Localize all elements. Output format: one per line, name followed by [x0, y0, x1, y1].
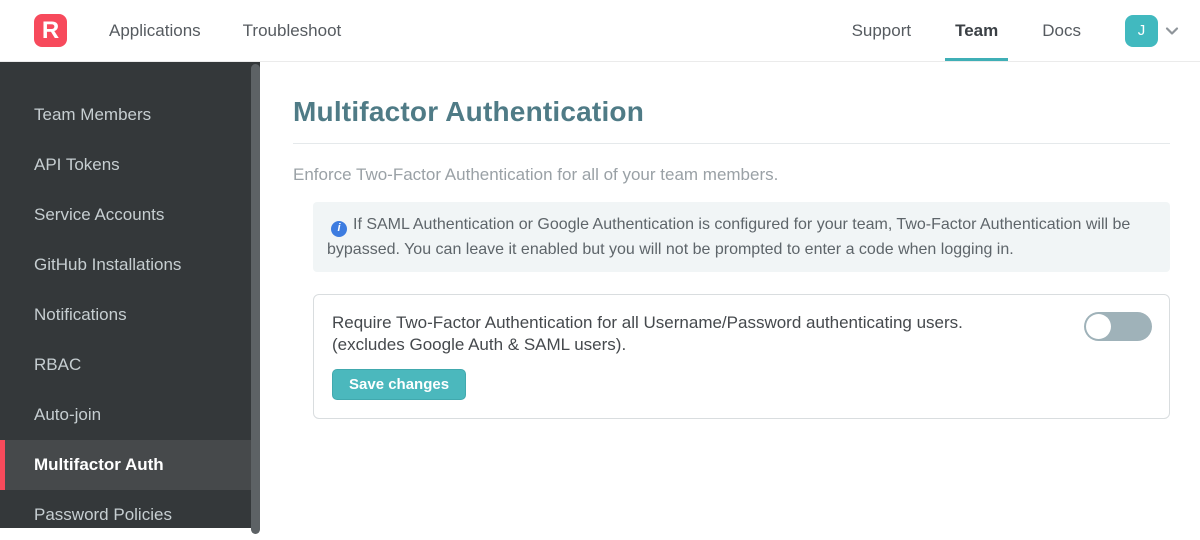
sidebar-item-auto-join[interactable]: Auto-join: [0, 390, 260, 440]
page-description: Enforce Two-Factor Authentication for al…: [293, 165, 779, 184]
navbar-left: R Applications Troubleshoot: [0, 0, 341, 61]
rollbar-logo-icon[interactable]: R: [34, 14, 67, 47]
nav-item-support[interactable]: Support: [852, 0, 912, 61]
two-factor-toggle[interactable]: [1084, 312, 1152, 341]
setting-label-line2: (excludes Google Auth & SAML users).: [332, 335, 627, 354]
top-navbar: R Applications Troubleshoot Support Team…: [0, 0, 1200, 62]
two-factor-setting-card: Require Two-Factor Authentication for al…: [313, 294, 1170, 419]
navbar-right: Support Team Docs J: [852, 0, 1200, 61]
title-divider: [293, 143, 1170, 144]
setting-label-line1: Require Two-Factor Authentication for al…: [332, 313, 963, 332]
sidebar-item-github-installations[interactable]: GitHub Installations: [0, 240, 260, 290]
sidebar-item-notifications[interactable]: Notifications: [0, 290, 260, 340]
nav-item-applications[interactable]: Applications: [109, 0, 201, 61]
save-changes-button[interactable]: Save changes: [332, 369, 467, 400]
chevron-down-icon[interactable]: [1164, 23, 1180, 39]
sidebar-item-rbac[interactable]: RBAC: [0, 340, 260, 390]
sidebar-scrollbar[interactable]: [251, 64, 260, 534]
toggle-knob: [1086, 314, 1111, 339]
nav-item-docs[interactable]: Docs: [1042, 0, 1081, 61]
sidebar-item-multifactor-auth[interactable]: Multifactor Auth: [0, 440, 260, 490]
sidebar-item-api-tokens[interactable]: API Tokens: [0, 140, 260, 190]
nav-item-troubleshoot[interactable]: Troubleshoot: [243, 0, 342, 61]
info-note-text: If SAML Authentication or Google Authent…: [327, 216, 1131, 258]
sidebar-item-service-accounts[interactable]: Service Accounts: [0, 190, 260, 240]
settings-sidebar: Team Members API Tokens Service Accounts…: [0, 62, 260, 534]
user-avatar[interactable]: J: [1125, 14, 1158, 47]
sidebar-item-password-policies[interactable]: Password Policies: [0, 490, 260, 540]
info-icon: i: [331, 220, 347, 237]
page-title: Multifactor Authentication: [293, 96, 645, 127]
nav-item-team[interactable]: Team: [945, 0, 1009, 61]
main-content: Multifactor Authentication Enforce Two-F…: [260, 62, 1200, 528]
sidebar-item-team-members[interactable]: Team Members: [0, 90, 260, 140]
info-note: i If SAML Authentication or Google Authen…: [313, 202, 1170, 272]
